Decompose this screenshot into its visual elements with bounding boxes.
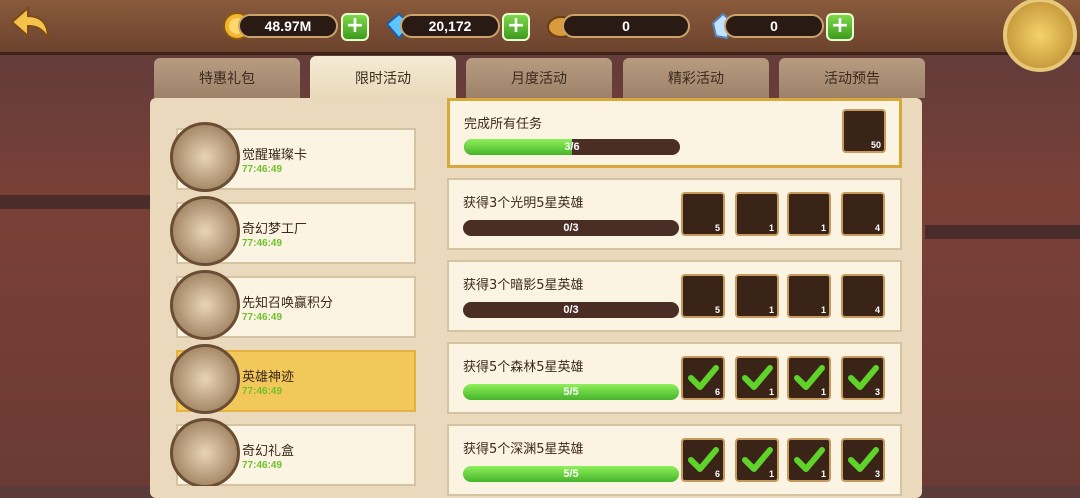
reward-item[interactable]: 1	[735, 274, 779, 318]
hero-token-amount: 0	[562, 14, 690, 38]
task-item: 获得5个深渊5星英雄 5/5 6 1 1 3	[447, 424, 902, 496]
reward-count: 1	[768, 387, 774, 397]
reward-item[interactable]: 1	[787, 356, 831, 400]
reward-item[interactable]: 1	[735, 192, 779, 236]
reward-item[interactable]: 50	[842, 109, 886, 153]
reward-count: 1	[768, 469, 774, 479]
reward-count: 4	[874, 305, 880, 315]
task-title: 获得3个暗影5星英雄	[463, 278, 584, 293]
progress-text: 5/5	[563, 386, 579, 398]
gold-amount: 48.97M	[238, 14, 338, 38]
tab-event-preview[interactable]: 活动预告	[779, 58, 925, 98]
reward-item[interactable]: 3	[841, 438, 885, 482]
reward-count: 1	[820, 223, 826, 233]
event-title: 先知召唤赢积分	[242, 296, 334, 311]
top-bar	[0, 0, 1080, 55]
progress-bar: 5/5	[463, 466, 679, 482]
progress-text: 3/6	[564, 141, 580, 153]
event-timer: 77:46:49	[242, 460, 283, 471]
event-item[interactable]: 奇幻梦工厂 77:46:49	[170, 196, 416, 266]
reward-item[interactable]: 1	[787, 192, 831, 236]
event-item[interactable]: 奇幻礼盒 77:46:49	[170, 418, 416, 486]
crystal-amount: 0	[724, 14, 824, 38]
task-item: 获得5个森林5星英雄 5/5 6 1 1 3	[447, 342, 902, 414]
progress-bar: 3/6	[464, 139, 680, 155]
task-title: 完成所有任务	[464, 117, 543, 132]
reward-item[interactable]: 1	[787, 438, 831, 482]
candy-icon	[170, 196, 240, 266]
back-arrow-icon[interactable]	[8, 4, 52, 44]
diamond-amount: 20,172	[400, 14, 500, 38]
reward-count: 1	[820, 469, 826, 479]
event-title: 英雄神迹	[242, 370, 295, 385]
task-item: 获得3个暗影5星英雄 0/3 5 1 1 4	[447, 260, 902, 332]
reward-count: 5	[714, 305, 720, 315]
reward-count: 1	[768, 305, 774, 315]
add-crystal-button[interactable]: +	[826, 13, 854, 41]
event-item[interactable]: 觉醒璀璨卡 77:46:49	[170, 122, 416, 192]
event-timer: 77:46:49	[242, 386, 283, 397]
reward-count: 1	[768, 223, 774, 233]
reward-item[interactable]: 1	[735, 438, 779, 482]
reward-item[interactable]: 5	[681, 274, 725, 318]
add-gold-button[interactable]: +	[341, 13, 369, 41]
reward-count: 5	[714, 223, 720, 233]
reward-item[interactable]: 1	[735, 356, 779, 400]
reward-item[interactable]: 4	[841, 192, 885, 236]
event-title: 奇幻梦工厂	[242, 222, 308, 237]
reward-item[interactable]: 4	[841, 274, 885, 318]
tab-featured-events[interactable]: 精彩活动	[623, 58, 769, 98]
reward-count: 1	[820, 387, 826, 397]
add-diamond-button[interactable]: +	[502, 13, 530, 41]
progress-text: 0/3	[563, 304, 579, 316]
reward-count: 3	[874, 387, 880, 397]
task-title: 获得3个光明5星英雄	[463, 196, 584, 211]
reward-count: 6	[714, 469, 720, 479]
event-timer: 77:46:49	[242, 164, 283, 175]
event-title: 奇幻礼盒	[242, 444, 295, 459]
player-avatar[interactable]	[1003, 0, 1077, 72]
reward-count: 1	[820, 305, 826, 315]
progress-bar: 5/5	[463, 384, 679, 400]
golden-hero-icon	[170, 344, 240, 414]
event-timer: 77:46:49	[242, 238, 283, 249]
reward-item[interactable]: 5	[681, 192, 725, 236]
progress-text: 5/5	[563, 468, 579, 480]
reward-item[interactable]: 3	[841, 356, 885, 400]
event-title: 觉醒璀璨卡	[242, 148, 308, 163]
reward-item[interactable]: 6	[681, 438, 725, 482]
progress-text: 0/3	[563, 222, 579, 234]
background-beam	[0, 195, 150, 209]
reward-count: 6	[714, 387, 720, 397]
event-item-selected[interactable]: 英雄神迹 77:46:49	[170, 344, 416, 414]
reward-count: 4	[874, 223, 880, 233]
purple-flame-icon	[170, 270, 240, 340]
tab-monthly-events[interactable]: 月度活动	[466, 58, 612, 98]
task-title: 获得5个森林5星英雄	[463, 360, 584, 375]
task-item: 完成所有任务 3/6 50	[447, 98, 902, 168]
progress-bar: 0/3	[463, 302, 679, 318]
event-list: 觉醒璀璨卡 77:46:49 奇幻梦工厂 77:46:49 先知召唤赢积分 77…	[158, 98, 428, 486]
background-beam	[925, 225, 1080, 239]
card-icon	[170, 122, 240, 192]
reward-item[interactable]: 1	[787, 274, 831, 318]
event-item[interactable]: 先知召唤赢积分 77:46:49	[170, 270, 416, 340]
tab-special-offers[interactable]: 特惠礼包	[154, 58, 300, 98]
gift-box-icon	[170, 418, 240, 486]
task-title: 获得5个深渊5星英雄	[463, 442, 584, 457]
reward-count: 50	[870, 140, 881, 150]
reward-item[interactable]: 6	[681, 356, 725, 400]
tab-limited-events[interactable]: 限时活动	[310, 56, 456, 100]
event-timer: 77:46:49	[242, 312, 283, 323]
task-item: 获得3个光明5星英雄 0/3 5 1 1 4	[447, 178, 902, 250]
reward-count: 3	[874, 469, 880, 479]
progress-bar: 0/3	[463, 220, 679, 236]
